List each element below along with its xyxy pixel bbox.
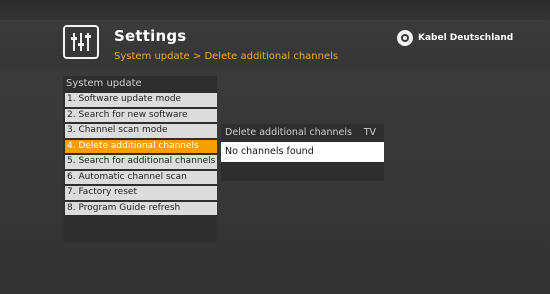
menu-item[interactable]: 5. Search for additional channels: [65, 155, 217, 169]
brand-name: Kabel Deutschland: [418, 33, 514, 43]
menu-header: System update: [66, 78, 142, 89]
breadcrumb: System update > Delete additional channe…: [114, 51, 339, 62]
tv-screen: Settings System update > Delete addition…: [0, 0, 550, 294]
submenu-header: Delete additional channels TV: [221, 124, 384, 141]
menu-item[interactable]: 4. Delete additional channels: [65, 139, 217, 153]
page-title: Settings: [114, 27, 187, 45]
menu-item[interactable]: 8. Program Guide refresh: [65, 201, 217, 215]
submenu-title: Delete additional channels: [225, 127, 352, 138]
equalizer-icon: [63, 25, 99, 59]
delete-channels-panel: Delete additional channels TV No channel…: [221, 124, 384, 181]
brand: Kabel Deutschland: [397, 29, 513, 47]
submenu-tag: TV: [363, 127, 376, 138]
menu-item[interactable]: 7. Factory reset: [65, 186, 217, 200]
menu-item[interactable]: 3. Channel scan mode: [65, 124, 217, 138]
system-update-menu: System update 1. Software update mode 2. …: [63, 76, 217, 242]
no-channels-message[interactable]: No channels found: [221, 142, 384, 162]
menu-item[interactable]: 6. Automatic channel scan: [65, 170, 217, 184]
kabel-deutschland-logo-icon: [397, 30, 413, 46]
menu-item[interactable]: 1. Software update mode: [65, 93, 217, 107]
menu-item[interactable]: 2. Search for new software: [65, 108, 217, 122]
menu-list: 1. Software update mode 2. Search for new…: [65, 93, 217, 217]
